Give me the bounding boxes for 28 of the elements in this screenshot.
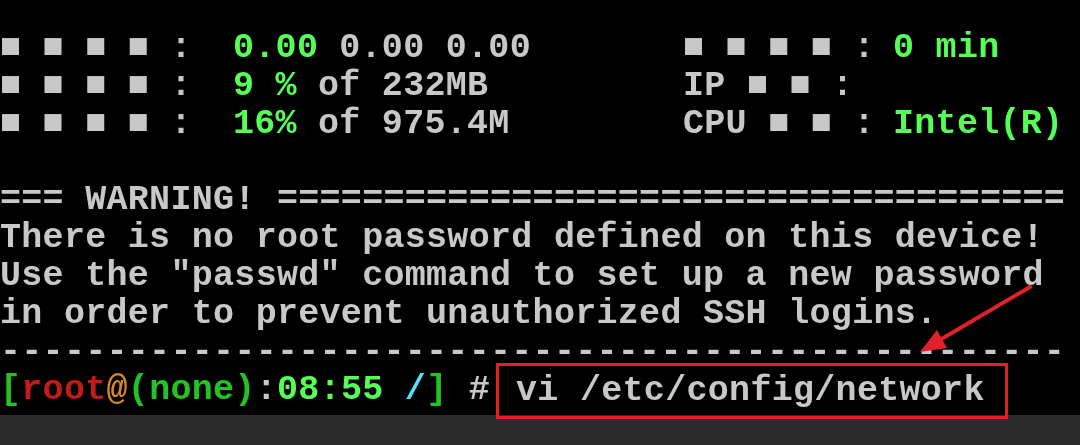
stat-label: CPU ■ ■ : <box>683 105 876 143</box>
warning-line: in order to prevent unauthorized SSH logins. <box>0 295 939 333</box>
prompt-text: @ <box>106 370 128 410</box>
stat-label: ■ ■ ■ ■ : <box>683 29 876 67</box>
prompt-text: [ <box>0 370 22 410</box>
prompt-text: (none) <box>127 370 256 410</box>
prompt-text: / <box>403 370 427 410</box>
stat-value: Intel(R) <box>893 105 1064 143</box>
prompt-text: 08:55 <box>277 370 384 410</box>
warning-rule: === WARNING! ===================================== <box>0 181 1067 219</box>
stat-detail: 0.00 0.00 <box>339 29 531 67</box>
stat-value: 0.00 <box>233 29 319 67</box>
stat-value: 0 min <box>893 29 1000 67</box>
stat-detail: of 232MB <box>317 67 489 105</box>
prompt-text: ] <box>426 370 448 410</box>
warning-line: There is no root password defined on this device! <box>0 219 1045 257</box>
stat-label: ■ ■ ■ ■ : <box>0 29 193 67</box>
prompt-text: root <box>21 370 107 410</box>
prompt-text: # <box>467 370 491 410</box>
highlighted-command: vi /etc/config/network <box>496 363 1008 419</box>
stat-detail: of 975.4M <box>317 105 510 143</box>
prompt-text: : <box>255 370 277 410</box>
stat-label: ■ ■ ■ ■ : <box>0 105 193 143</box>
warning-line: Use the "passwd" command to set up a new password <box>0 257 1045 295</box>
stat-value: 9 % <box>233 67 297 105</box>
stat-label: IP ■ ■ : <box>683 67 855 105</box>
stat-value: 16% <box>233 105 297 143</box>
stat-label: ■ ■ ■ ■ : <box>0 67 193 105</box>
